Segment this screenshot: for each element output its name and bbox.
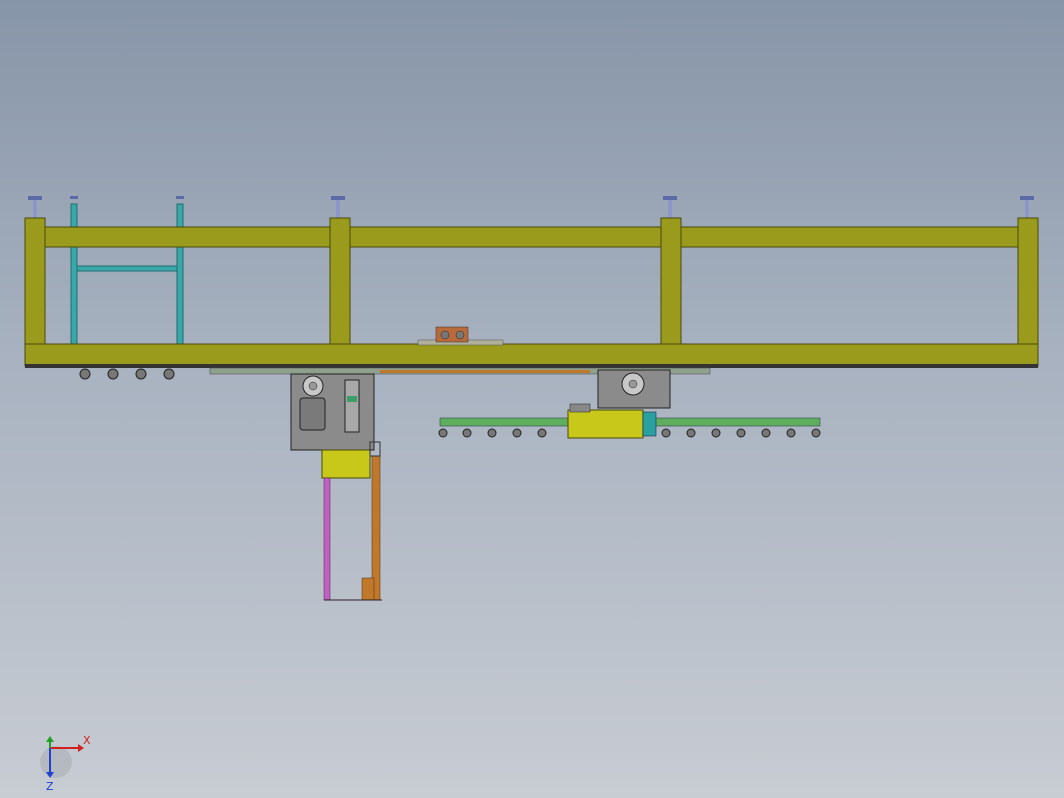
leveling-foot: [663, 196, 677, 220]
leveling-foot: [28, 196, 42, 220]
gripper-block: [567, 403, 657, 439]
leveling-foot: [331, 196, 345, 220]
cyan-post-frame: [70, 203, 184, 345]
left-rollers: [79, 368, 175, 380]
left-yellow-block: [321, 449, 371, 479]
x-axis-label: X: [83, 734, 91, 747]
z-axis-label: Z: [46, 780, 54, 793]
left-carriage: [290, 373, 375, 451]
leveling-foot: [1020, 196, 1034, 220]
axis-triad: X Z: [40, 734, 91, 793]
cad-viewport[interactable]: X Z: [0, 0, 1064, 798]
small-foot: [70, 196, 184, 199]
right-carriage: [597, 369, 671, 409]
top-motor: [417, 326, 504, 346]
assembly-model[interactable]: X Z: [0, 0, 1064, 798]
